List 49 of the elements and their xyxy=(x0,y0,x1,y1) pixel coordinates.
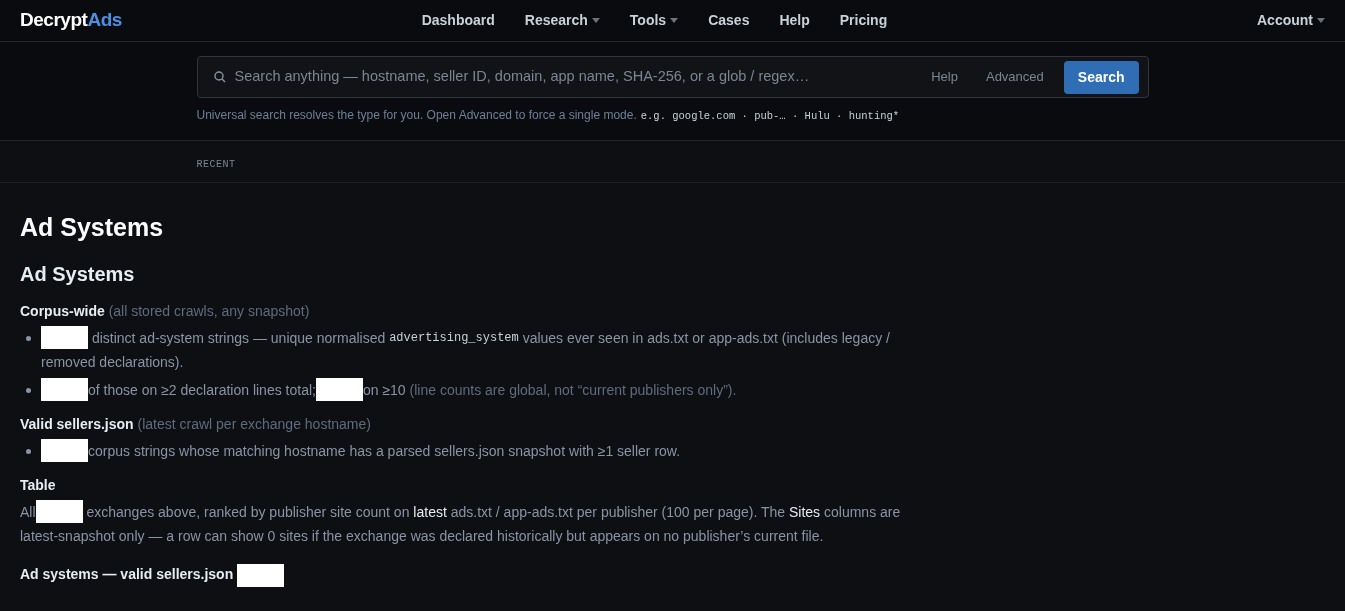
body-text: All xyxy=(20,502,36,522)
bullet-icon xyxy=(26,448,31,454)
body-text: corpus strings whose matching hostname has a parsed sellers.json snapshot with ≥1 seller row. xyxy=(88,441,681,461)
redaction-block xyxy=(41,439,88,462)
body-text: columns are xyxy=(823,502,901,522)
note-text: (all stored crawls, any snapshot) xyxy=(107,302,310,319)
search-examples: e.g. google.com · pub-… · Hulu · hunting* xyxy=(640,109,900,124)
search-bar[interactable]: Search anything — hostname, seller ID, domain, app name, SHA-256, or a glob / regex… Help Advanced Search xyxy=(196,56,1149,98)
highlighted-text: latest xyxy=(413,502,447,522)
redaction-block xyxy=(41,326,88,349)
nav-link[interactable]: Pricing xyxy=(839,10,888,31)
search-field[interactable]: Search anything — hostname, seller ID, domain, app name, SHA-256, or a glob / regex… xyxy=(234,66,908,88)
label-text: Ad systems — valid sellers.json xyxy=(20,565,235,582)
search-icon xyxy=(213,71,226,83)
label-text: Corpus-wide xyxy=(20,302,105,319)
body-text: exchanges above, ranked by publisher site count on xyxy=(85,502,411,522)
page-title: Ad Systems xyxy=(20,212,165,243)
search-hint: Universal search resolves the type for you. Open Advanced to force a single mode. xyxy=(196,107,637,124)
note-text: (line counts are global, not “current publishers only”). xyxy=(409,380,737,400)
redaction-block xyxy=(237,563,285,587)
body-text: of those on ≥2 declaration lines total; xyxy=(88,380,316,400)
bullet-icon xyxy=(26,335,31,341)
nav-link[interactable]: Cases xyxy=(708,10,750,31)
body-text: distinct ad-system strings — unique normalised xyxy=(90,328,387,348)
code-text: advertising_system xyxy=(389,329,519,347)
redaction-block xyxy=(315,378,363,401)
redaction-block xyxy=(41,378,88,401)
search-option-link[interactable]: Help xyxy=(931,67,958,87)
nav-link[interactable]: Research xyxy=(524,10,600,31)
body-text: values ever seen in ads.txt or app-ads.txt (includes legacy / xyxy=(521,328,890,348)
bullet-icon xyxy=(26,387,31,393)
account-menu[interactable]: Account xyxy=(1257,10,1325,31)
note-text: (latest crawl per exchange hostname) xyxy=(136,415,371,432)
body-text: on ≥10 xyxy=(362,380,407,400)
label-text: Valid sellers.json xyxy=(20,415,134,432)
nav-link[interactable]: Dashboard xyxy=(421,10,495,31)
body-text: ads.txt / app-ads.txt per publisher (100 per page). The xyxy=(449,502,787,522)
body-text: latest-snapshot only — a row can show 0 sites if the exchange was declared historically but appears on no publisher’s current file. xyxy=(20,526,824,546)
search-button[interactable]: Search xyxy=(1063,60,1139,94)
body-text: removed declarations). xyxy=(41,352,184,372)
brand-logo[interactable]: DecryptAds xyxy=(20,6,122,35)
search-option-link[interactable]: Advanced xyxy=(985,67,1044,87)
label-text: Table xyxy=(20,476,56,493)
section-heading: Ad Systems xyxy=(20,261,136,287)
highlighted-text: Sites xyxy=(789,502,821,522)
nav-link[interactable]: Tools xyxy=(629,10,679,31)
nav-link[interactable]: Help xyxy=(779,10,810,31)
recent-label: RECENT xyxy=(196,158,236,170)
redaction-block xyxy=(35,500,83,523)
